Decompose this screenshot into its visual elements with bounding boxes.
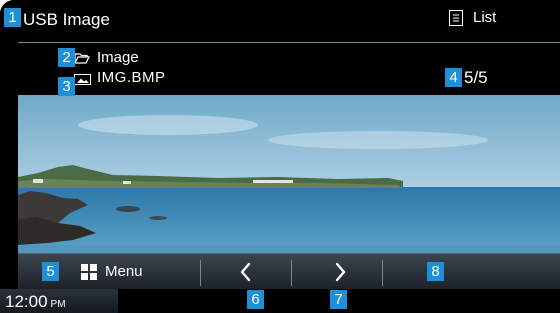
callout-1: 1: [4, 8, 21, 27]
list-button[interactable]: [383, 254, 560, 290]
callout-4: 4: [445, 68, 462, 87]
grid-menu-icon: [81, 264, 97, 280]
list-icon: [449, 10, 463, 26]
callout-6: 6: [247, 290, 264, 309]
callout-7: 7: [330, 290, 347, 309]
previous-button[interactable]: [201, 254, 291, 290]
callout-5: 5: [42, 262, 59, 281]
file-name: IMG.BMP: [97, 69, 166, 86]
clock-ampm: PM: [50, 299, 66, 310]
clock: 12:00 PM: [5, 292, 66, 312]
menu-label: Menu: [105, 263, 143, 280]
image-counter: 5/5: [464, 68, 488, 87]
usb-image-screen: USB Image 1 Image 2 IMG.BMP 3 5/5 4 Menu…: [0, 0, 560, 313]
chevron-left-icon: [240, 262, 251, 282]
photo-display: [18, 95, 560, 254]
callout-8: 8: [427, 262, 444, 281]
screen-title: USB Image: [23, 10, 110, 29]
status-bar: 12:00 PM: [0, 289, 560, 313]
image-file-icon: [74, 74, 91, 85]
callout-2: 2: [58, 48, 75, 67]
chevron-right-icon: [335, 262, 346, 282]
folder-name: Image: [97, 49, 139, 66]
next-button[interactable]: [292, 254, 382, 290]
folder-icon: [74, 53, 90, 64]
list-label: List: [473, 9, 497, 26]
clock-tab: 12:00 PM: [0, 289, 118, 313]
callout-3: 3: [58, 77, 75, 96]
control-bar: Menu: [18, 253, 560, 290]
clock-time: 12:00: [5, 292, 48, 311]
